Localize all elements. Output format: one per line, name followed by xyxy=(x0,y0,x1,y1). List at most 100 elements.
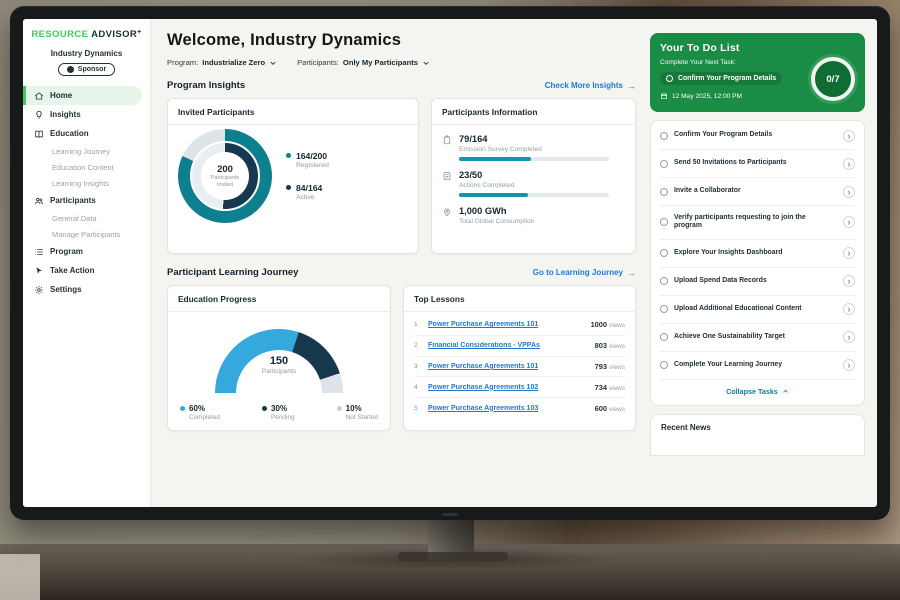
task-row[interactable]: Invite a Collaborator › xyxy=(660,178,855,206)
task-row[interactable]: Verify participants requesting to join t… xyxy=(660,206,855,240)
legend-value: 164/200 xyxy=(296,151,329,161)
sidebar-item-participants[interactable]: Participants xyxy=(23,191,150,210)
task-row[interactable]: Upload Spend Data Records › xyxy=(660,268,855,296)
sidebar-item-home[interactable]: Home xyxy=(23,86,142,105)
location-pin-icon xyxy=(442,207,452,217)
lesson-link[interactable]: Financial Considerations - VPPAs xyxy=(428,342,589,349)
lesson-row: 4 Power Purchase Agreements 102 734views xyxy=(414,377,625,398)
top-lessons-card: Top Lessons 1 Power Purchase Agreements … xyxy=(403,285,636,431)
sidebar-item-label: Take Action xyxy=(50,266,94,275)
todo-title: Your To Do List xyxy=(660,42,855,54)
legend-value: 84/164 xyxy=(296,183,322,193)
legend-item: 30% Pending xyxy=(262,404,294,421)
checklist-icon xyxy=(442,171,452,181)
chevron-right-icon[interactable]: › xyxy=(843,158,855,170)
legend-label: Pending xyxy=(271,414,294,421)
task-row[interactable]: Send 50 Invitations to Participants › xyxy=(660,150,855,178)
lesson-rank: 1 xyxy=(414,321,422,328)
card-title: Invited Participants xyxy=(168,99,418,125)
due-date-text: 12 May 2025, 12:00 PM xyxy=(672,93,742,100)
chevron-right-icon[interactable]: › xyxy=(843,216,855,228)
lesson-link[interactable]: Power Purchase Agreements 101 xyxy=(428,321,585,328)
sidebar-item-learning-journey[interactable]: Learning Journey xyxy=(23,143,150,159)
lesson-row: 1 Power Purchase Agreements 101 1000view… xyxy=(414,315,625,336)
sidebar-item-general-data[interactable]: General Data xyxy=(23,210,150,226)
go-to-learning-journey-link[interactable]: Go to Learning Journey → xyxy=(533,268,636,278)
checkbox-circle-icon[interactable] xyxy=(666,75,673,82)
sidebar-item-education[interactable]: Education xyxy=(23,124,150,143)
participants-information-card: Participants Information 79/164 Emission… xyxy=(431,98,636,254)
stat-progress-fill xyxy=(459,157,531,161)
sidebar-item-program[interactable]: Program xyxy=(23,242,150,261)
program-value: Industrialize Zero xyxy=(202,58,265,67)
task-row[interactable]: Upload Additional Educational Content › xyxy=(660,296,855,324)
task-label: Achieve One Sustainability Target xyxy=(674,333,837,342)
checkbox-circle-icon[interactable] xyxy=(660,333,668,341)
lesson-rank: 2 xyxy=(414,342,422,349)
lesson-rank: 3 xyxy=(414,363,422,370)
sponsor-badge-label: Sponsor xyxy=(78,66,106,73)
sidebar-item-settings[interactable]: Settings xyxy=(23,280,150,299)
task-row[interactable]: Confirm Your Program Details › xyxy=(660,122,855,150)
task-row[interactable]: Achieve One Sustainability Target › xyxy=(660,324,855,352)
task-label: Verify participants requesting to join t… xyxy=(674,214,837,232)
checkbox-circle-icon[interactable] xyxy=(660,361,668,369)
donut-legend: 164/200 Registered 84/164 Active xyxy=(286,151,329,201)
lesson-link[interactable]: Power Purchase Agreements 101 xyxy=(428,363,589,370)
recent-news-title: Recent News xyxy=(661,423,711,432)
check-more-insights-link[interactable]: Check More Insights → xyxy=(545,81,636,91)
lesson-row: 3 Power Purchase Agreements 101 793views xyxy=(414,357,625,378)
checkbox-circle-icon[interactable] xyxy=(660,160,668,168)
checkbox-circle-icon[interactable] xyxy=(660,132,668,140)
checkbox-circle-icon[interactable] xyxy=(660,305,668,313)
gray-dot-icon xyxy=(337,406,342,411)
task-row[interactable]: Complete Your Learning Journey › xyxy=(660,352,855,380)
program-dropdown[interactable]: Program: Industrialize Zero xyxy=(167,58,277,67)
gauge-center-label: Participants xyxy=(215,368,343,375)
main-content: Welcome, Industry Dynamics Program: Indu… xyxy=(151,19,648,507)
chevron-right-icon[interactable]: › xyxy=(843,303,855,315)
lesson-row: 5 Power Purchase Agreements 103 600views xyxy=(414,398,625,418)
sidebar-item-insights[interactable]: Insights xyxy=(23,105,150,124)
sidebar-item-learning-insights[interactable]: Learning Insights xyxy=(23,175,150,191)
program-insights-header: Program Insights Check More Insights → xyxy=(167,80,636,91)
chevron-right-icon[interactable]: › xyxy=(843,359,855,371)
sponsor-icon xyxy=(67,66,74,73)
stat-label: Actions Completed xyxy=(459,182,609,189)
stat-row: 1,000 GWh Total Global Consumption xyxy=(442,206,625,225)
chevron-down-icon xyxy=(269,59,277,67)
task-label: Complete Your Learning Journey xyxy=(674,361,837,370)
stat-row: 23/50 Actions Completed xyxy=(442,170,625,197)
chevron-right-icon[interactable]: › xyxy=(843,186,855,198)
checkbox-circle-icon[interactable] xyxy=(660,188,668,196)
logo-plus: + xyxy=(137,29,142,36)
chevron-right-icon[interactable]: › xyxy=(843,275,855,287)
education-gauge-chart: 150 Participants xyxy=(215,329,343,395)
chevron-right-icon[interactable]: › xyxy=(843,247,855,259)
lesson-link[interactable]: Power Purchase Agreements 102 xyxy=(428,384,589,391)
sidebar-item-education-content[interactable]: Education Content xyxy=(23,159,150,175)
collapse-tasks-link[interactable]: Collapse Tasks xyxy=(660,380,855,404)
filter-bar: Program: Industrialize Zero Participants… xyxy=(167,58,636,67)
checkbox-circle-icon[interactable] xyxy=(660,249,668,257)
task-label: Upload Spend Data Records xyxy=(674,277,837,286)
checkbox-circle-icon[interactable] xyxy=(660,277,668,285)
lesson-link[interactable]: Power Purchase Agreements 103 xyxy=(428,405,589,412)
stat-value: 79/164 xyxy=(459,134,609,144)
sponsor-badge[interactable]: Sponsor xyxy=(58,63,115,76)
sidebar-item-manage-participants[interactable]: Manage Participants xyxy=(23,226,150,242)
next-task-chip[interactable]: Confirm Your Program Details xyxy=(660,72,782,85)
participants-dropdown[interactable]: Participants: Only My Participants xyxy=(297,58,430,67)
chevron-right-icon[interactable]: › xyxy=(843,331,855,343)
sidebar-item-take-action[interactable]: Take Action xyxy=(23,261,150,280)
section-title: Program Insights xyxy=(167,80,245,91)
program-label: Program: xyxy=(167,58,198,67)
todo-progress-ring: 0/7 xyxy=(811,57,855,101)
legend-label: Not Started xyxy=(346,414,378,421)
link-label: Go to Learning Journey xyxy=(533,268,623,277)
checkbox-circle-icon[interactable] xyxy=(660,218,668,226)
book-icon xyxy=(34,129,44,139)
chevron-right-icon[interactable]: › xyxy=(843,130,855,142)
legend-label: Completed xyxy=(189,414,220,421)
task-row[interactable]: Explore Your Insights Dashboard › xyxy=(660,240,855,268)
